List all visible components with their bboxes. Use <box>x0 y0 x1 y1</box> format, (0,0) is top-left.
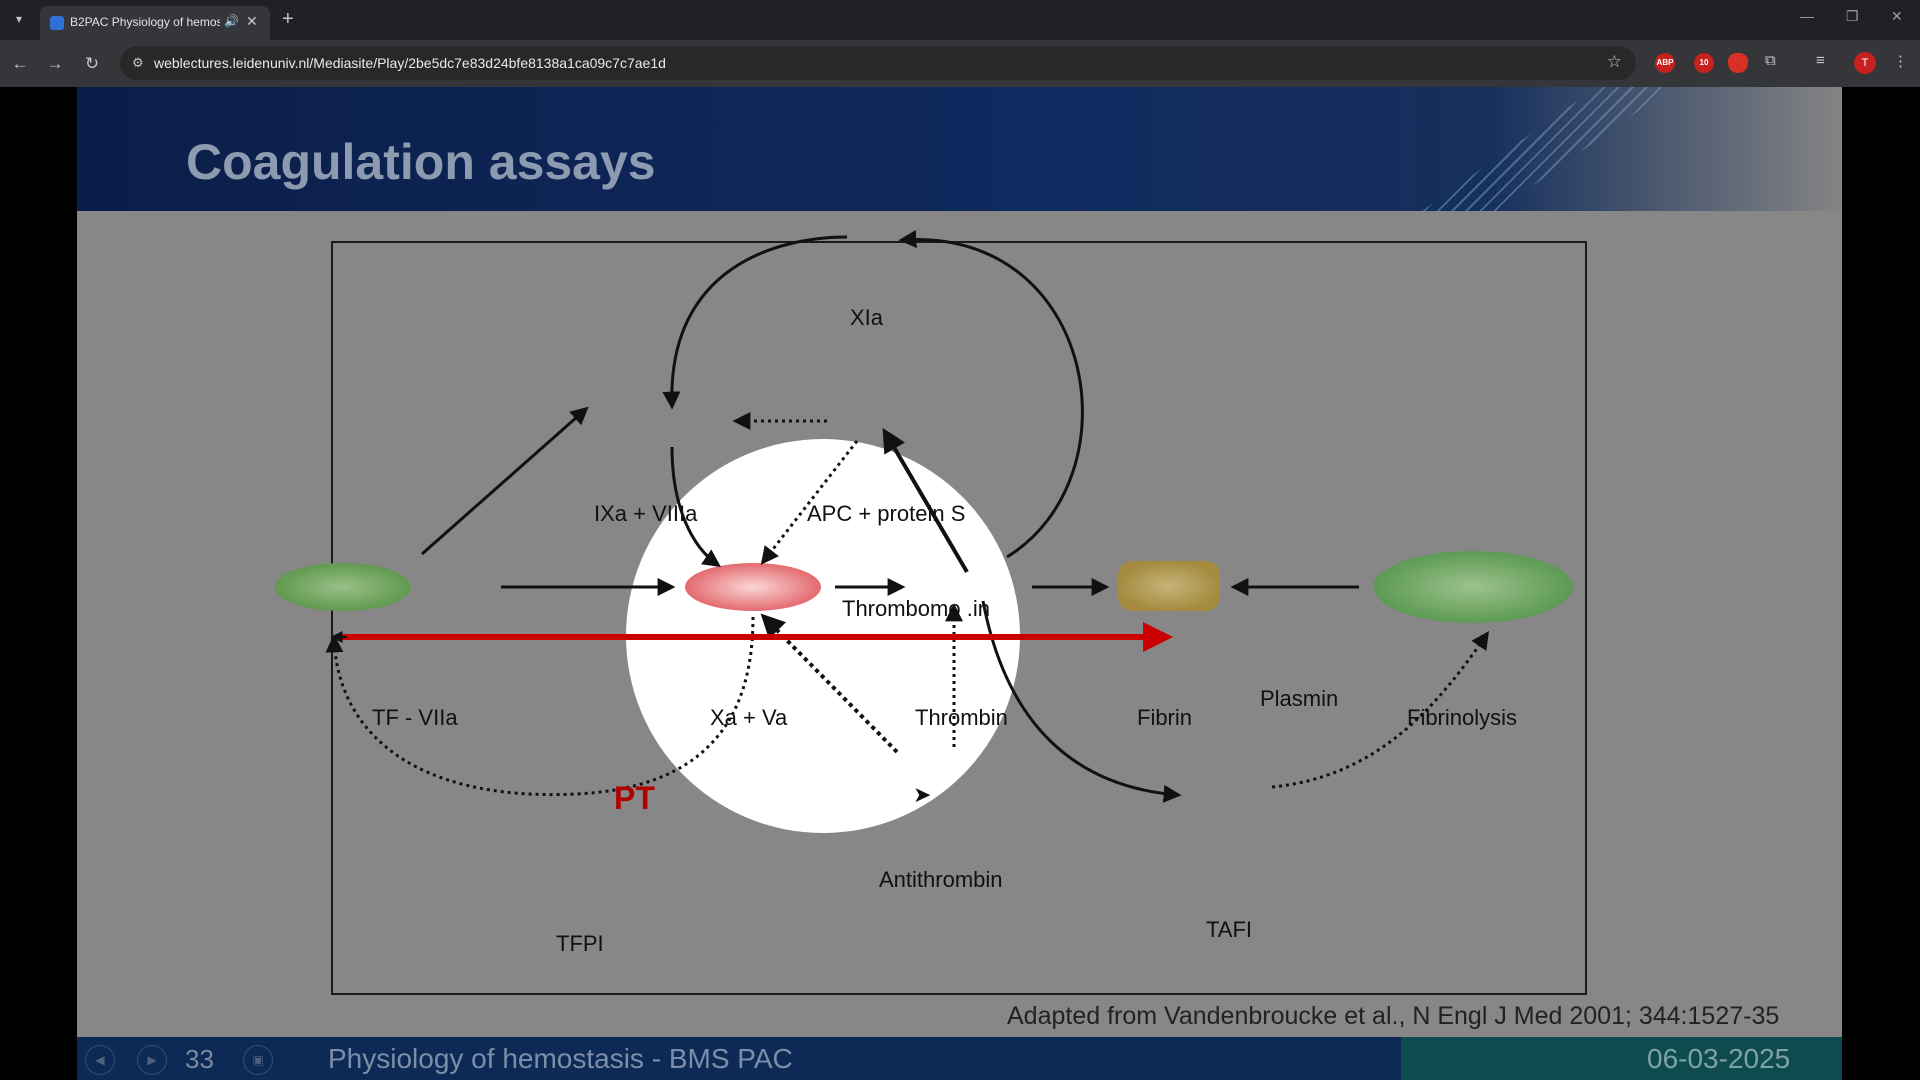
footer-date: 06-03-2025 <box>1647 1043 1791 1074</box>
xa-va-label: Xa + Va <box>710 705 788 730</box>
fibrin-label: Fibrin <box>1137 705 1193 730</box>
tab-title: B2PAC Physiology of hemostasis <box>70 15 220 29</box>
adblock-extension-icon[interactable]: ABP <box>1655 53 1675 73</box>
tf-viia-node <box>275 563 411 611</box>
fibrinolysis-node <box>1373 551 1573 623</box>
tafi-label: TAFI <box>1206 917 1253 942</box>
fibrin-node <box>1118 561 1220 611</box>
fibrinolysis-label: Fibrinolysis <box>1407 705 1518 730</box>
audio-playing-icon[interactable]: 🔊 <box>224 14 239 28</box>
close-tab-icon[interactable]: ✕ <box>246 13 258 30</box>
previous-slide-icon[interactable]: ◀ <box>85 1045 115 1075</box>
window-close-icon[interactable]: ✕ <box>1891 8 1903 25</box>
slide-page-number: 33 <box>185 1044 214 1074</box>
back-icon[interactable]: ← <box>8 52 32 76</box>
profile-avatar[interactable]: T <box>1854 52 1876 74</box>
red-extension-icon[interactable] <box>1728 53 1748 73</box>
apc-protein-s-label: APC + protein S <box>807 501 966 526</box>
extensions-puzzle-icon[interactable]: ⧉ <box>1765 52 1776 69</box>
plasmin-label: Plasmin <box>1260 686 1339 711</box>
reload-icon[interactable]: ↻ <box>80 52 104 76</box>
forward-icon[interactable]: → <box>43 52 67 76</box>
browser-tab[interactable]: B2PAC Physiology of hemostasis 🔊 ✕ <box>40 6 270 40</box>
tab-strip: ▾ B2PAC Physiology of hemostasis 🔊 ✕ + —… <box>0 0 1920 40</box>
lecture-slide[interactable]: Coagulation assays XIa IXa + VIIIa APC +… <box>77 87 1842 1080</box>
browser-toolbar: ← → ↻ ⚙ weblectures.leidenuniv.nl/Medias… <box>0 40 1920 87</box>
bookmark-star-icon[interactable]: ☆ <box>1607 52 1622 72</box>
tab-search-icon[interactable]: ▾ <box>8 8 30 30</box>
slide-footer: ◀ ▶ 33 ▣ Physiology of hemostasis - BMS … <box>77 1037 1842 1080</box>
address-bar[interactable]: ⚙ weblectures.leidenuniv.nl/Mediasite/Pl… <box>120 46 1636 80</box>
tf-to-ixa-arrow <box>421 406 589 556</box>
ixa-viiia-label: IXa + VIIIa <box>594 501 698 526</box>
extension-badge: 10 <box>1699 58 1709 67</box>
site-info-icon[interactable]: ⚙ <box>132 55 144 71</box>
next-slide-icon[interactable]: ▶ <box>137 1045 167 1075</box>
mouse-cursor-icon: ➤ <box>913 782 932 807</box>
pt-label: PT <box>614 780 655 816</box>
coagulation-diagram <box>275 230 1573 833</box>
badge-extension-icon[interactable]: 10 <box>1694 53 1714 73</box>
url-text[interactable]: weblectures.leidenuniv.nl/Mediasite/Play… <box>154 55 666 71</box>
xa-va-node <box>685 563 821 611</box>
media-control-icon[interactable]: ≡ <box>1816 52 1825 69</box>
antithrombin-label: Antithrombin <box>879 867 1003 892</box>
thrombomodulin-label: Thrombomo .in <box>842 596 990 621</box>
footer-course-title: Physiology of hemostasis - BMS PAC <box>328 1043 793 1074</box>
thrombin-label: Thrombin <box>915 705 1008 730</box>
xia-to-ixa-arrow <box>662 235 848 410</box>
mediasite-favicon-icon <box>50 16 64 30</box>
new-tab-icon[interactable]: + <box>282 8 294 30</box>
source-citation: Adapted from Vandenbroucke et al., N Eng… <box>1007 1002 1780 1030</box>
xia-label: XIa <box>850 305 884 330</box>
tfpi-label: TFPI <box>556 931 604 956</box>
slide-overview-icon[interactable]: ▣ <box>243 1045 273 1075</box>
restore-icon[interactable]: ❐ <box>1846 8 1859 25</box>
minimize-icon[interactable]: — <box>1800 8 1814 24</box>
tf-viia-label: TF - VIIa <box>372 705 458 730</box>
more-menu-icon[interactable]: ⋮ <box>1893 52 1908 70</box>
